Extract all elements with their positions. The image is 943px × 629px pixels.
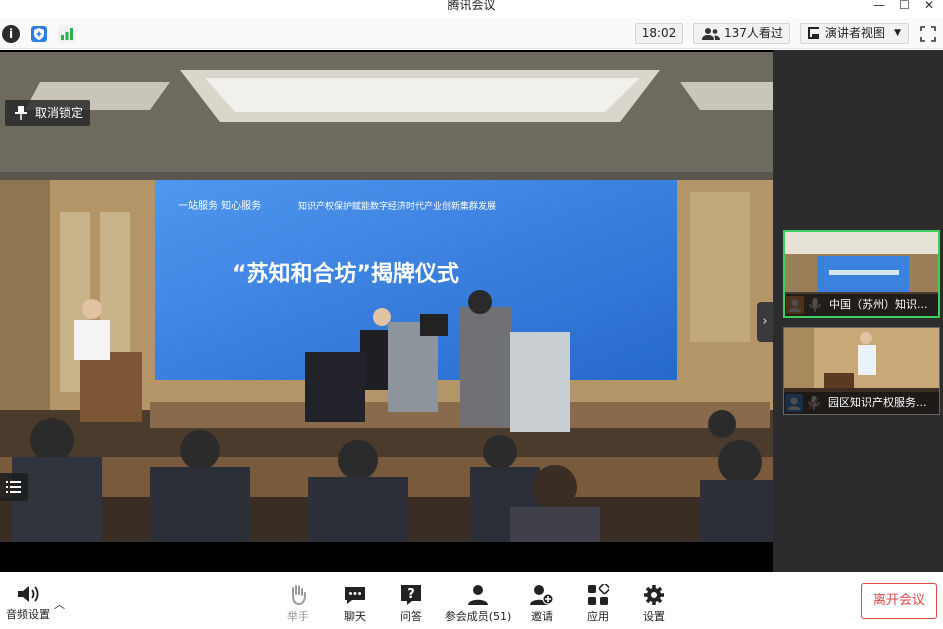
main-video[interactable]: 一站服务 知心服务 知识产权保护赋能数字经济时代产业创新集群发展 “苏知和合坊”… <box>0 52 773 542</box>
view-mode-label: 演讲者视图 <box>825 26 886 40</box>
participant-tile[interactable]: 中国（苏州）知识... <box>783 230 940 318</box>
view-mode-dropdown[interactable]: 演讲者视图 ▼ <box>800 23 909 44</box>
banner-subtitle: 知识产权保护赋能数字经济时代产业创新集群发展 <box>298 200 496 212</box>
speaker-icon <box>18 586 39 602</box>
qa-label: 问答 <box>400 610 422 623</box>
participant-list-toggle[interactable] <box>0 473 28 501</box>
fullscreen-icon[interactable] <box>920 26 936 42</box>
pin-icon <box>15 106 27 120</box>
shield-icon[interactable] <box>30 25 48 43</box>
chat-label: 聊天 <box>344 610 366 623</box>
network-signal-icon[interactable] <box>58 25 76 43</box>
hand-icon <box>292 585 306 606</box>
window-title: 腾讯会议 <box>447 0 496 12</box>
people-icon <box>702 28 720 40</box>
raise-hand-button[interactable]: 举手 <box>268 584 328 624</box>
raise-hand-label: 举手 <box>287 610 309 623</box>
top-toolbar: i 18:02 137人看过 演讲者视图 ▼ <box>0 18 943 49</box>
maximize-icon[interactable]: ☐ <box>899 0 910 12</box>
svg-text:?: ? <box>407 587 415 602</box>
invite-button[interactable]: 邀请 <box>512 584 572 624</box>
participant-name: 园区知识产权服务... <box>784 392 939 414</box>
settings-button[interactable]: 设置 <box>624 584 684 624</box>
unpin-button[interactable]: 取消锁定 <box>5 100 90 126</box>
participant-name: 中国（苏州）知识... <box>785 294 938 316</box>
viewer-count: 137人看过 <box>724 26 783 40</box>
settings-label: 设置 <box>643 610 665 623</box>
info-icon[interactable]: i <box>2 25 20 43</box>
chat-button[interactable]: 聊天 <box>325 584 385 624</box>
chevron-up-icon[interactable]: ︿ <box>54 596 65 612</box>
audio-settings-button[interactable]: 音频设置 <box>0 584 56 622</box>
chevron-down-icon: ▼ <box>894 28 901 38</box>
members-icon <box>468 585 488 605</box>
banner-title: “苏知和合坊”揭牌仪式 <box>232 261 459 287</box>
close-icon[interactable]: ✕ <box>924 0 934 12</box>
collapse-sidebar-icon[interactable]: › <box>757 302 773 342</box>
window-titlebar: 腾讯会议 — ☐ ✕ <box>0 0 943 14</box>
banner-logo: 一站服务 知心服务 <box>178 199 261 212</box>
gear-icon <box>644 585 664 605</box>
members-button[interactable]: 参会成员(51) <box>440 584 516 624</box>
apps-label: 应用 <box>587 610 609 623</box>
invite-label: 邀请 <box>531 610 553 623</box>
meeting-clock: 18:02 <box>635 23 683 44</box>
qa-button[interactable]: ? 问答 <box>381 584 441 624</box>
apps-button[interactable]: 应用 <box>568 584 628 624</box>
chat-icon <box>345 587 365 604</box>
unpin-label: 取消锁定 <box>35 106 84 120</box>
leave-meeting-button[interactable]: 离开会议 <box>861 583 937 619</box>
add-user-icon <box>530 585 554 605</box>
list-icon <box>6 481 21 493</box>
question-icon: ? <box>401 585 421 605</box>
apps-icon <box>588 584 609 605</box>
audio-settings-label: 音频设置 <box>6 608 50 621</box>
bottom-toolbar: 音频设置 ︿ 举手 聊天 ? 问答 参会成员(51) 邀请 应用 设置 离开会议 <box>0 572 943 629</box>
viewer-count-button[interactable]: 137人看过 <box>693 23 790 44</box>
members-label: 参会成员(51) <box>444 610 512 623</box>
minimize-icon[interactable]: — <box>873 0 885 12</box>
layout-icon <box>808 27 819 39</box>
participant-tile[interactable]: 园区知识产权服务... <box>783 327 940 415</box>
